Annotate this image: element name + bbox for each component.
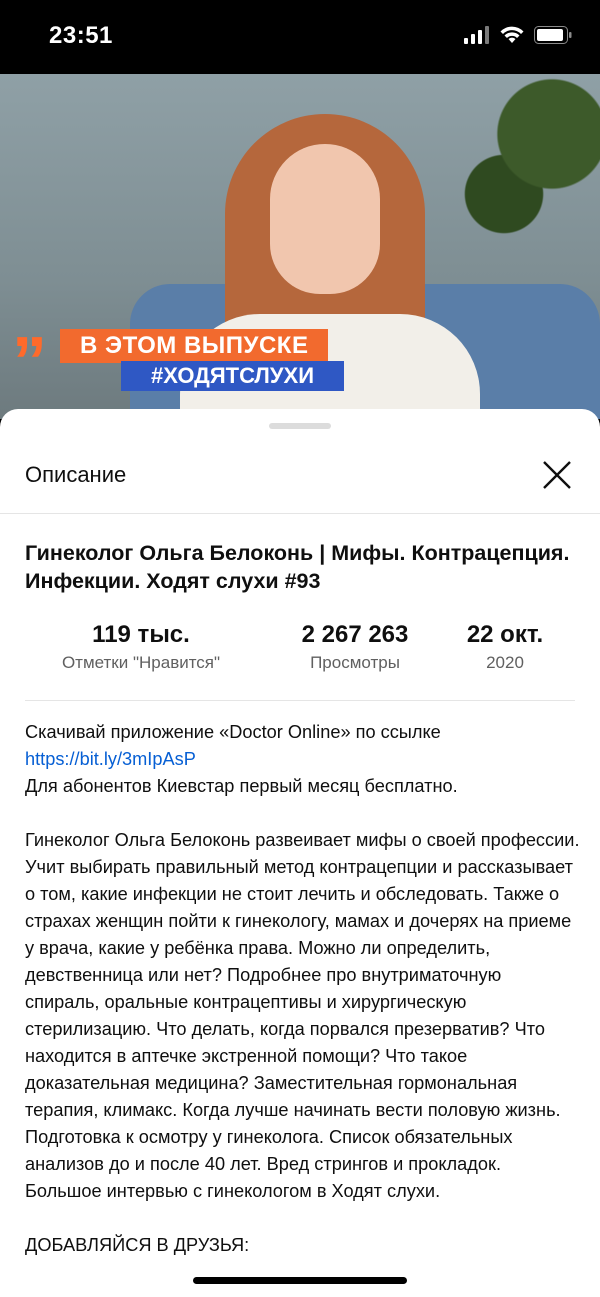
- date-value: 22 окт.: [466, 621, 544, 648]
- close-icon: [543, 461, 571, 489]
- signal-icon: [464, 26, 489, 44]
- views-value: 2 267 263: [301, 621, 409, 648]
- likes-label: Отметки "Нравится": [61, 653, 221, 672]
- person-face: [270, 144, 380, 294]
- description-line-2: Для абонентов Киевстар первый месяц бесп…: [25, 776, 458, 796]
- app-link[interactable]: https://bit.ly/3mIpAsP: [25, 749, 196, 769]
- stat-views: 2 267 263 Просмотры: [270, 621, 440, 673]
- video-stats: 119 тыс. Отметки "Нравится" 2 267 263 Пр…: [25, 621, 575, 681]
- stat-likes: 119 тыс. Отметки "Нравится": [25, 621, 257, 673]
- date-year: 2020: [486, 653, 524, 672]
- status-icons: [464, 26, 572, 44]
- description-app-text: Скачивай приложение «Doctor Online» по с…: [25, 722, 441, 742]
- likes-value: 119 тыс.: [92, 621, 190, 648]
- description-text: Скачивай приложение «Doctor Online» по с…: [25, 719, 580, 1259]
- description-line-1: Скачивай приложение «Doctor Online» по с…: [25, 719, 580, 773]
- description-line-3: ДОБАВЛЯЙСЯ В ДРУЗЬЯ:: [25, 1235, 250, 1255]
- views-label: Просмотры: [310, 653, 400, 672]
- sheet-title: Описание: [25, 462, 127, 487]
- video-title: Гинеколог Ольга Белоконь | Мифы. Контрац…: [25, 541, 570, 593]
- wifi-icon: [500, 26, 524, 43]
- divider: [25, 700, 575, 701]
- divider: [0, 513, 600, 514]
- quote-icon: ”: [12, 322, 47, 400]
- home-indicator[interactable]: [193, 1277, 407, 1284]
- banner-episode: В ЭТОМ ВЫПУСКЕ: [60, 329, 329, 363]
- close-button[interactable]: [536, 454, 578, 496]
- video-player[interactable]: ” В ЭТОМ ВЫПУСКЕ #ХОДЯТСЛУХИ: [0, 74, 600, 419]
- stat-date: 22 окт. 2020: [450, 621, 560, 673]
- description-sheet: Описание Гинеколог Ольга Белоконь | Мифы…: [0, 409, 600, 1297]
- banner-hashtag: #ХОДЯТСЛУХИ: [121, 361, 345, 391]
- description-paragraph: Гинеколог Ольга Белоконь развеивает мифы…: [25, 830, 580, 1201]
- background-plant: [440, 74, 600, 274]
- battery-icon: [534, 26, 572, 44]
- status-time: 23:51: [49, 22, 113, 49]
- status-bar: 23:51: [0, 0, 600, 74]
- drag-handle[interactable]: [269, 423, 331, 429]
